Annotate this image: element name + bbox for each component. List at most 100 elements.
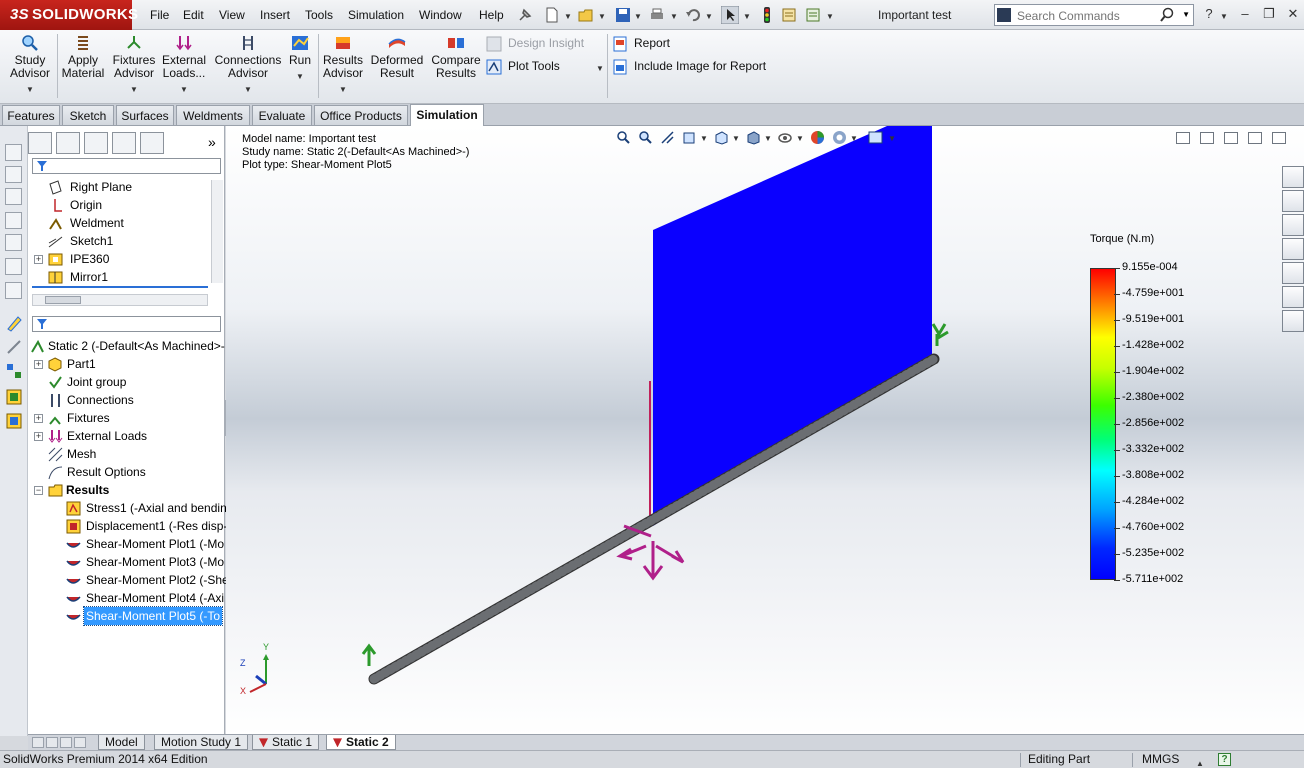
external-loads-dropdown-icon[interactable]: ▼ bbox=[160, 83, 208, 96]
feature-tree-filter[interactable] bbox=[32, 158, 221, 174]
file-explorer-icon[interactable] bbox=[1282, 238, 1304, 260]
results-advisor-dropdown-icon[interactable]: ▼ bbox=[320, 83, 366, 96]
menu-edit[interactable]: Edit bbox=[183, 8, 204, 22]
scroll-thumb[interactable] bbox=[45, 296, 81, 304]
tab-model[interactable]: Model bbox=[98, 735, 145, 750]
new-document-icon[interactable] bbox=[543, 6, 561, 24]
tab-features[interactable]: Features bbox=[2, 105, 60, 125]
edit-sketch-icon[interactable] bbox=[5, 314, 23, 332]
search-commands-box[interactable]: ▼ bbox=[994, 4, 1194, 26]
first-tab-icon[interactable] bbox=[32, 737, 44, 748]
help-icon[interactable]: ? bbox=[1200, 5, 1218, 23]
save-icon[interactable] bbox=[614, 6, 632, 24]
help-dropdown-icon[interactable]: ▼ bbox=[1220, 12, 1228, 21]
close-icon[interactable]: ✕ bbox=[1284, 5, 1302, 23]
search-dropdown-icon[interactable]: ▼ bbox=[1182, 10, 1190, 19]
tab-evaluate[interactable]: Evaluate bbox=[252, 105, 312, 125]
view-front-icon[interactable] bbox=[5, 144, 22, 161]
view-right-icon[interactable] bbox=[5, 212, 22, 229]
zoom-to-area-icon[interactable] bbox=[638, 130, 653, 145]
view-top-icon[interactable] bbox=[5, 234, 22, 251]
view-orientation-icon[interactable] bbox=[714, 130, 729, 145]
menu-insert[interactable]: Insert bbox=[260, 8, 290, 22]
apply-material-button[interactable]: Apply Material bbox=[60, 34, 106, 80]
tab-simulation[interactable]: Simulation bbox=[410, 104, 484, 126]
menu-simulation[interactable]: Simulation bbox=[348, 8, 404, 22]
tab-static-1[interactable]: Static 1 bbox=[252, 735, 320, 750]
tab-office-products[interactable]: Office Products bbox=[314, 105, 408, 125]
apply-scene-icon[interactable] bbox=[832, 130, 847, 145]
single-view-icon[interactable] bbox=[1200, 132, 1214, 144]
compare-results-button[interactable]: Compare Results bbox=[428, 34, 484, 80]
appearances-icon[interactable] bbox=[1282, 286, 1304, 308]
view-palette-icon[interactable] bbox=[1282, 262, 1304, 284]
external-loads-button[interactable]: External Loads... ▼ bbox=[160, 34, 208, 96]
hide-show-dropdown-icon[interactable]: ▼ bbox=[796, 134, 804, 143]
study-advisor-dropdown-icon[interactable]: ▼ bbox=[8, 83, 52, 96]
connections-advisor-dropdown-icon[interactable]: ▼ bbox=[212, 83, 284, 96]
next-tab-icon[interactable] bbox=[60, 737, 72, 748]
connections-advisor-button[interactable]: Connections Advisor ▼ bbox=[212, 34, 284, 96]
expand-icon[interactable]: + bbox=[34, 255, 43, 264]
rebuild-traffic-light-icon[interactable] bbox=[758, 6, 776, 24]
select-cursor-icon[interactable] bbox=[721, 6, 739, 24]
display-style-dropdown-icon[interactable]: ▼ bbox=[764, 134, 772, 143]
select-dropdown-icon[interactable]: ▼ bbox=[743, 12, 751, 21]
view-settings-dropdown-icon[interactable]: ▼ bbox=[888, 134, 896, 143]
previous-view-icon[interactable] bbox=[660, 130, 675, 145]
tab-surfaces[interactable]: Surfaces bbox=[116, 105, 174, 125]
pin-icon[interactable] bbox=[516, 6, 534, 24]
design-insight-button[interactable]: Design Insight bbox=[486, 36, 584, 52]
study-advisor-button[interactable]: Study Advisor ▼ bbox=[8, 34, 52, 96]
save-dropdown-icon[interactable]: ▼ bbox=[634, 12, 642, 21]
search-icon[interactable] bbox=[1159, 7, 1175, 23]
configuration-manager-tab-icon[interactable] bbox=[84, 132, 108, 154]
viewport-close-icon[interactable] bbox=[1272, 132, 1286, 144]
zoom-to-fit-icon[interactable] bbox=[616, 130, 631, 145]
file-properties-icon[interactable] bbox=[780, 6, 798, 24]
simulation-tree-filter[interactable] bbox=[32, 316, 221, 332]
model-view[interactable] bbox=[226, 126, 1304, 736]
solidworks-resources-icon[interactable] bbox=[1282, 166, 1304, 188]
property-manager-tab-icon[interactable] bbox=[56, 132, 80, 154]
units-selector[interactable]: MMGS bbox=[1142, 751, 1179, 768]
fixtures-advisor-dropdown-icon[interactable]: ▼ bbox=[110, 83, 158, 96]
simulation-results-icon[interactable] bbox=[5, 412, 23, 430]
include-image-button[interactable]: Include Image for Report bbox=[612, 59, 766, 75]
display-style-icon[interactable] bbox=[746, 130, 761, 145]
expand-panel-icon[interactable]: » bbox=[208, 134, 216, 150]
design-library-icon[interactable] bbox=[1282, 214, 1304, 236]
menu-help[interactable]: Help bbox=[479, 8, 504, 22]
options-icon[interactable] bbox=[804, 6, 822, 24]
dimxpert-tab-icon[interactable] bbox=[112, 132, 136, 154]
fixtures-advisor-button[interactable]: Fixtures Advisor ▼ bbox=[110, 34, 158, 96]
last-tab-icon[interactable] bbox=[74, 737, 86, 748]
display-manager-tab-icon[interactable] bbox=[140, 132, 164, 154]
view-settings-icon[interactable] bbox=[868, 130, 883, 145]
relations-icon[interactable] bbox=[5, 362, 23, 380]
tab-weldments[interactable]: Weldments bbox=[176, 105, 250, 125]
menu-view[interactable]: View bbox=[219, 8, 245, 22]
view-iso-icon[interactable] bbox=[5, 282, 22, 299]
search-commands-input[interactable] bbox=[1017, 8, 1157, 23]
help-icon[interactable]: ? bbox=[1218, 753, 1231, 766]
feature-manager-tab-icon[interactable] bbox=[28, 132, 52, 154]
run-button[interactable]: Run ▼ bbox=[286, 34, 314, 83]
custom-properties-icon[interactable] bbox=[1282, 310, 1304, 332]
open-dropdown-icon[interactable]: ▼ bbox=[598, 12, 606, 21]
solidworks-logo[interactable]: 3S SOLIDWORKS bbox=[0, 0, 138, 30]
units-dropdown-icon[interactable]: ▲ bbox=[1196, 755, 1204, 768]
previous-tab-icon[interactable] bbox=[46, 737, 58, 748]
undo-icon[interactable] bbox=[684, 6, 702, 24]
options-dropdown-icon[interactable]: ▼ bbox=[826, 12, 834, 21]
view-bottom-icon[interactable] bbox=[5, 258, 22, 275]
plot-tools-button[interactable]: Plot Tools bbox=[486, 59, 560, 75]
hide-show-items-icon[interactable] bbox=[778, 130, 793, 145]
tree-vertical-scrollbar[interactable] bbox=[211, 180, 223, 283]
print-icon[interactable] bbox=[648, 6, 666, 24]
rollback-bar[interactable] bbox=[32, 286, 208, 288]
restore-icon[interactable]: ❐ bbox=[1260, 5, 1278, 23]
report-button[interactable]: Report bbox=[612, 36, 670, 52]
smart-dimension-icon[interactable] bbox=[5, 338, 23, 356]
new-dropdown-icon[interactable]: ▼ bbox=[564, 12, 572, 21]
